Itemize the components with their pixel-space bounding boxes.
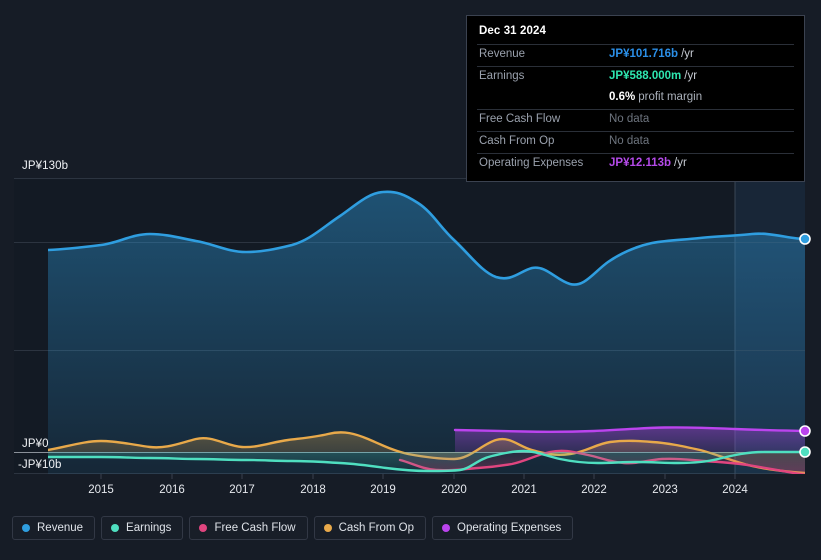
tooltip-row-free-cash-flow: Free Cash Flow No data [477, 109, 794, 131]
y-axis-label-negative: -JP¥10b [18, 459, 62, 471]
x-axis-label-2019: 2019 [370, 484, 396, 496]
tooltip-label-cash-from-op: Cash From Op [479, 135, 555, 147]
legend-item-operating-expenses[interactable]: Operating Expenses [432, 516, 574, 540]
tooltip-value-free-cash-flow: No data [609, 113, 650, 125]
x-tick-marks [100, 474, 736, 479]
y-axis-label-top: JP¥130b [22, 160, 69, 172]
legend-item-earnings[interactable]: Earnings [101, 516, 184, 540]
tooltip-row-profit-margin: 0.6% profit margin [477, 88, 794, 109]
legend-label-earnings: Earnings [126, 522, 172, 534]
tooltip-row-cash-from-op: Cash From Op No data [477, 131, 794, 153]
legend-dot-free-cash-flow-icon [199, 524, 208, 532]
legend-dot-cash-from-op-icon [323, 524, 332, 532]
tooltip-unit-profit-margin: profit margin [638, 91, 703, 103]
tooltip-value-operating-expenses: JP¥12.113b [609, 157, 672, 169]
chart-legend: Revenue Earnings Free Cash Flow Cash Fro… [12, 516, 574, 540]
legend-item-cash-from-op[interactable]: Cash From Op [313, 516, 427, 540]
chart-tooltip: Dec 31 2024 Revenue JP¥101.716b /yr Earn… [466, 15, 805, 182]
y-axis-label-zero: JP¥0 [22, 438, 49, 450]
legend-dot-earnings-icon [111, 524, 120, 532]
x-axis-label-2022: 2022 [581, 484, 607, 496]
x-axis-label-2018: 2018 [300, 484, 326, 496]
x-axis-label-2021: 2021 [511, 484, 537, 496]
operating-expenses-endpoint-marker [799, 425, 811, 437]
legend-label-operating-expenses: Operating Expenses [457, 522, 562, 534]
x-axis-label-2023: 2023 [652, 484, 678, 496]
x-axis-label-2020: 2020 [441, 484, 467, 496]
financial-chart: JP¥130b JP¥0 -JP¥10b 2015 2016 2017 2018… [0, 0, 821, 560]
legend-item-revenue[interactable]: Revenue [12, 516, 96, 540]
tooltip-unit-revenue: /yr [681, 48, 694, 60]
tooltip-unit-earnings: /yr [684, 70, 698, 82]
tooltip-date: Dec 31 2024 [479, 25, 546, 37]
x-axis-label-2016: 2016 [159, 484, 185, 496]
revenue-endpoint-marker [799, 233, 811, 245]
legend-dot-revenue-icon [22, 524, 30, 532]
tooltip-row-revenue: Revenue JP¥101.716b /yr [477, 44, 794, 66]
earnings-endpoint-marker [799, 446, 811, 458]
legend-label-cash-from-op: Cash From Op [338, 522, 415, 534]
tooltip-label-revenue: Revenue [479, 48, 526, 60]
tooltip-value-profit-margin: 0.6% [609, 91, 636, 103]
x-axis-label-2024: 2024 [722, 484, 748, 496]
tooltip-unit-operating-expenses: /yr [674, 157, 687, 169]
tooltip-row-earnings: Earnings JP¥588.000m /yr [477, 66, 794, 88]
tooltip-value-cash-from-op: No data [609, 135, 650, 147]
tooltip-label-earnings: Earnings [479, 70, 525, 82]
legend-item-free-cash-flow[interactable]: Free Cash Flow [189, 516, 308, 540]
tooltip-value-earnings: JP¥588.000m [609, 70, 682, 82]
tooltip-label-free-cash-flow: Free Cash Flow [479, 113, 561, 125]
x-axis-label-2017: 2017 [229, 484, 255, 496]
legend-dot-operating-expenses-icon [442, 524, 451, 532]
legend-label-revenue: Revenue [37, 522, 84, 534]
legend-label-free-cash-flow: Free Cash Flow [214, 522, 296, 534]
x-axis-label-2015: 2015 [88, 484, 114, 496]
tooltip-label-operating-expenses: Operating Expenses [479, 157, 584, 169]
tooltip-row-operating-expenses: Operating Expenses JP¥12.113b /yr [477, 153, 794, 175]
tooltip-value-revenue: JP¥101.716b [609, 48, 679, 60]
